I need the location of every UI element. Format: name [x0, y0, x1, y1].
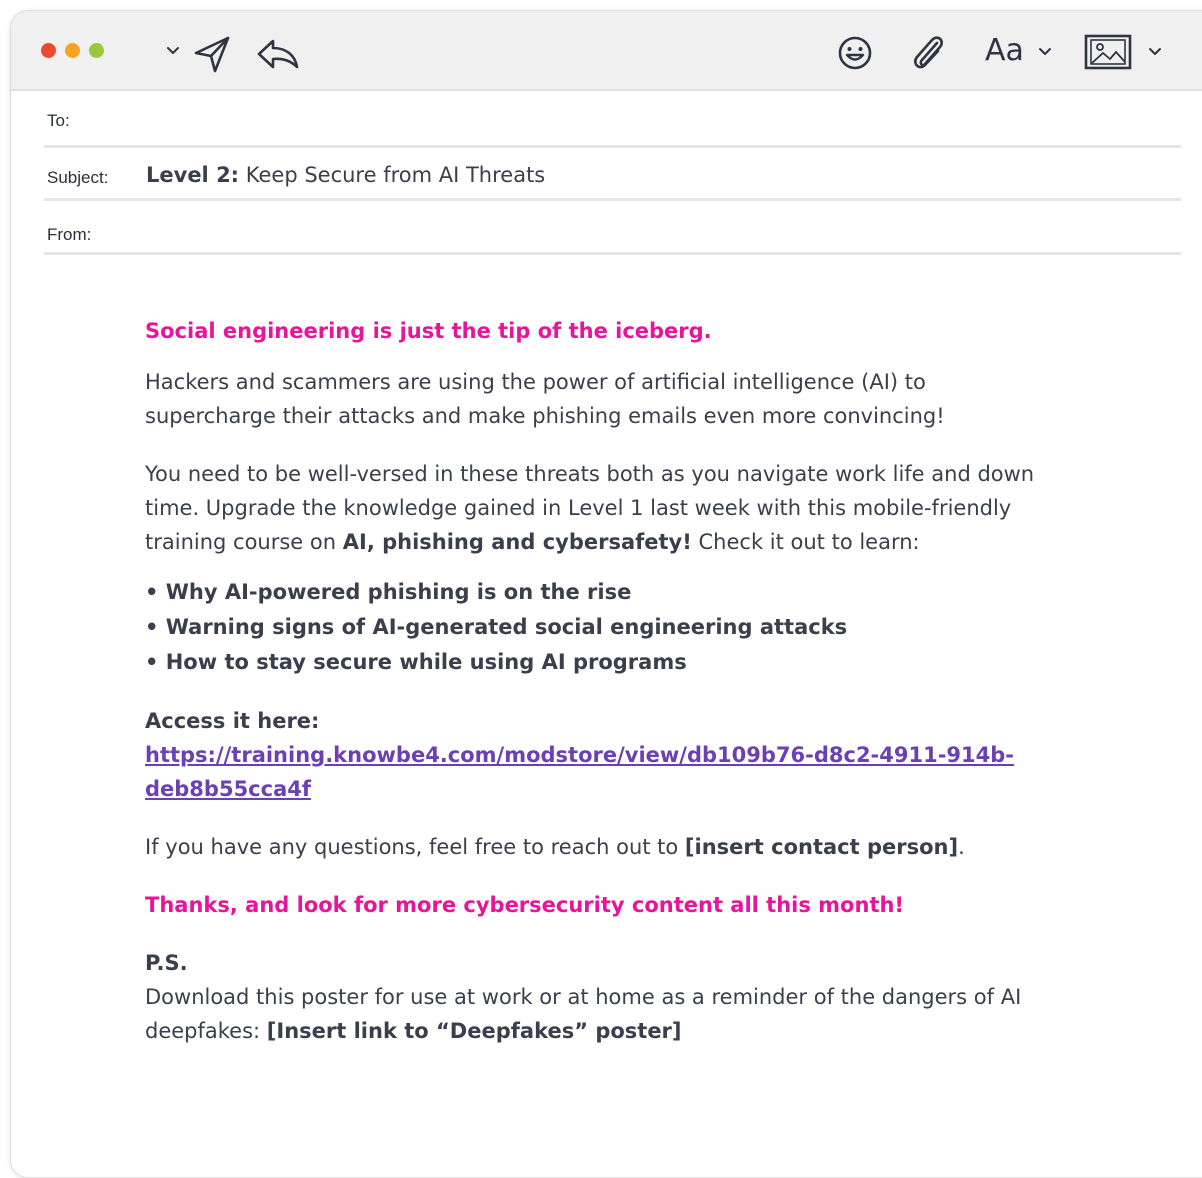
paperclip-icon[interactable]	[909, 33, 945, 73]
list-item: • How to stay secure while using AI prog…	[145, 650, 687, 674]
chevron-down-icon[interactable]	[1037, 46, 1053, 58]
minimize-window-button[interactable]	[65, 43, 80, 58]
poster-link-placeholder: [Insert link to “Deepfakes” poster]	[266, 1019, 682, 1043]
font-format-button[interactable]: Aa	[985, 31, 1024, 71]
chevron-down-icon[interactable]	[1147, 46, 1163, 58]
subject-value: Level 2: Keep Secure from AI Threats	[146, 163, 545, 187]
contact-placeholder: [insert contact person]	[684, 835, 959, 859]
image-icon[interactable]	[1083, 33, 1133, 71]
toolbar: Aa	[11, 11, 1202, 91]
from-field[interactable]: From:	[44, 216, 1181, 255]
thanks-line: Thanks, and look for more cybersecurity …	[145, 893, 905, 917]
ps-paragraph: Download this poster for use at work or …	[145, 985, 1022, 1043]
from-label: From:	[47, 225, 92, 244]
paragraph-questions: If you have any questions, feel free to …	[145, 835, 965, 859]
subject-title: Keep Secure from AI Threats	[239, 163, 546, 187]
chevron-down-icon[interactable]	[165, 45, 181, 57]
list-item: • Warning signs of AI-generated social e…	[145, 615, 848, 639]
access-label: Access it here:	[145, 709, 320, 733]
training-link-line2: deb8b55cca4f	[145, 777, 311, 801]
subject-label: Subject:	[47, 168, 109, 187]
zoom-window-button[interactable]	[89, 43, 104, 58]
ps-label: P.S.	[145, 951, 188, 975]
send-icon[interactable]	[191, 33, 233, 75]
subject-level: Level 2:	[146, 163, 240, 187]
reply-icon[interactable]	[255, 35, 301, 73]
training-link-line1: https://training.knowbe4.com/modstore/vi…	[145, 743, 1015, 767]
emoji-icon[interactable]	[837, 35, 873, 71]
to-field[interactable]: To:	[44, 107, 1181, 148]
email-compose-window: Aa To: Subject: Level 2: Keep Secure fro…	[10, 10, 1202, 1178]
to-label: To:	[47, 111, 70, 130]
list-item: • Why AI-powered phishing is on the rise	[145, 580, 632, 604]
learning-list: • Why AI-powered phishing is on the rise…	[145, 575, 1045, 680]
paragraph-ai-threats: Hackers and scammers are using the power…	[145, 370, 945, 428]
close-window-button[interactable]	[41, 43, 56, 58]
subject-field[interactable]: Subject: Level 2: Keep Secure from AI Th…	[44, 160, 1181, 201]
paragraph-training: You need to be well-versed in these thre…	[145, 462, 1035, 554]
training-link[interactable]: https://training.knowbe4.com/modstore/vi…	[145, 738, 1045, 806]
headline: Social engineering is just the tip of th…	[145, 319, 712, 343]
email-body: Social engineering is just the tip of th…	[145, 314, 1045, 1048]
course-topic: AI, phishing and cybersafety!	[342, 530, 692, 554]
